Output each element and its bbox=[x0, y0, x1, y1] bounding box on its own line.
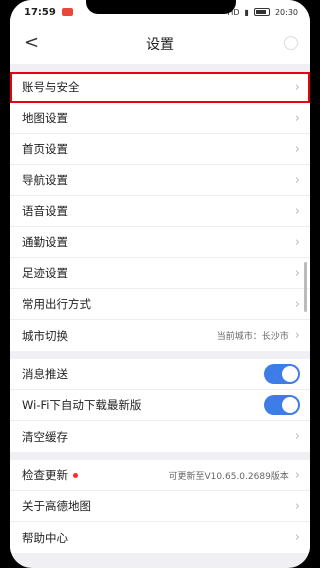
settings-item-label: 消息推送 bbox=[22, 367, 68, 381]
settings-item-label: Wi-Fi下自动下载最新版 bbox=[22, 398, 142, 412]
chevron-right-icon: › bbox=[294, 234, 300, 250]
new-dot-icon bbox=[73, 473, 78, 478]
settings-item-push: 消息推送 bbox=[10, 359, 310, 390]
settings-item-account-security[interactable]: 账号与安全 › bbox=[10, 72, 310, 103]
settings-item-label: 检查更新 bbox=[22, 468, 68, 482]
settings-item-check-update[interactable]: 检查更新 可更新至V10.65.0.2689版本 › bbox=[10, 460, 310, 491]
settings-item-label: 地图设置 bbox=[22, 111, 68, 125]
settings-item-city-switch[interactable]: 城市切换 当前城市：长沙市 › bbox=[10, 320, 310, 351]
wifi-download-toggle[interactable] bbox=[264, 395, 300, 415]
settings-item-wifi-download: Wi-Fi下自动下载最新版 bbox=[10, 390, 310, 421]
settings-group-about: 检查更新 可更新至V10.65.0.2689版本 › 关于高德地图 › 帮助中心… bbox=[10, 460, 310, 553]
chevron-right-icon: › bbox=[294, 498, 300, 514]
settings-item-voice[interactable]: 语音设置 › bbox=[10, 196, 310, 227]
phone-screen: 17:59 ◠ HD ▮ 20:30 < 设置 账号与安全 › 地图设置 › 首… bbox=[10, 0, 310, 568]
settings-item-label: 足迹设置 bbox=[22, 266, 68, 280]
chevron-right-icon: › bbox=[294, 110, 300, 126]
chevron-right-icon: › bbox=[294, 530, 300, 545]
page-title: 设置 bbox=[146, 37, 174, 53]
signal-icon: ▮ bbox=[244, 7, 249, 17]
status-bar: 17:59 ◠ HD ▮ 20:30 bbox=[10, 0, 310, 24]
chevron-right-icon: › bbox=[294, 296, 300, 312]
chevron-right-icon: › bbox=[294, 141, 300, 157]
settings-group-system: 消息推送 Wi-Fi下自动下载最新版 清空缓存 › bbox=[10, 359, 310, 452]
current-city-value: 当前城市：长沙市 bbox=[216, 332, 289, 342]
settings-item-label: 关于高德地图 bbox=[22, 499, 91, 513]
settings-item-clear-cache[interactable]: 清空缓存 › bbox=[10, 421, 310, 452]
battery-icon bbox=[253, 8, 270, 16]
settings-item-label: 清空缓存 bbox=[22, 429, 68, 444]
back-icon[interactable]: < bbox=[24, 33, 39, 53]
settings-item-navigation[interactable]: 导航设置 › bbox=[10, 165, 310, 196]
settings-item-label: 城市切换 bbox=[22, 328, 68, 343]
settings-item-help[interactable]: 帮助中心 › bbox=[10, 522, 310, 553]
status-time: 17:59 bbox=[24, 6, 56, 18]
status-clock-right: 20:30 bbox=[274, 7, 298, 17]
chevron-right-icon: › bbox=[294, 172, 300, 188]
settings-item-label: 首页设置 bbox=[22, 142, 68, 156]
nav-bar: < 设置 bbox=[10, 24, 310, 64]
camera-notch bbox=[86, 0, 236, 14]
settings-item-map[interactable]: 地图设置 › bbox=[10, 103, 310, 134]
chevron-right-icon: › bbox=[294, 265, 300, 281]
chevron-right-icon: › bbox=[294, 328, 300, 343]
settings-item-label: 账号与安全 bbox=[22, 80, 80, 94]
chevron-right-icon: › bbox=[294, 79, 300, 95]
chevron-right-icon: › bbox=[294, 467, 300, 483]
settings-item-label: 常用出行方式 bbox=[22, 297, 91, 311]
settings-item-about[interactable]: 关于高德地图 › bbox=[10, 491, 310, 522]
scrollbar[interactable] bbox=[304, 262, 307, 312]
chevron-right-icon: › bbox=[294, 203, 300, 219]
update-version-value: 可更新至V10.65.0.2689版本 bbox=[168, 471, 289, 482]
settings-item-label: 通勤设置 bbox=[22, 235, 68, 249]
settings-group-account: 账号与安全 › 地图设置 › 首页设置 › 导航设置 › 语音设置 › 通勤设置… bbox=[10, 72, 310, 351]
settings-item-travel-mode[interactable]: 常用出行方式 › bbox=[10, 289, 310, 320]
settings-item-label: 帮助中心 bbox=[22, 530, 68, 545]
chevron-right-icon: › bbox=[294, 429, 300, 444]
settings-item-footprint[interactable]: 足迹设置 › bbox=[10, 258, 310, 289]
push-toggle[interactable] bbox=[264, 364, 300, 384]
settings-item-commute[interactable]: 通勤设置 › bbox=[10, 227, 310, 258]
settings-item-label: 导航设置 bbox=[22, 173, 68, 187]
settings-item-home[interactable]: 首页设置 › bbox=[10, 134, 310, 165]
more-icon[interactable] bbox=[284, 36, 298, 50]
notification-icon bbox=[61, 8, 73, 16]
settings-item-label: 语音设置 bbox=[22, 204, 68, 218]
